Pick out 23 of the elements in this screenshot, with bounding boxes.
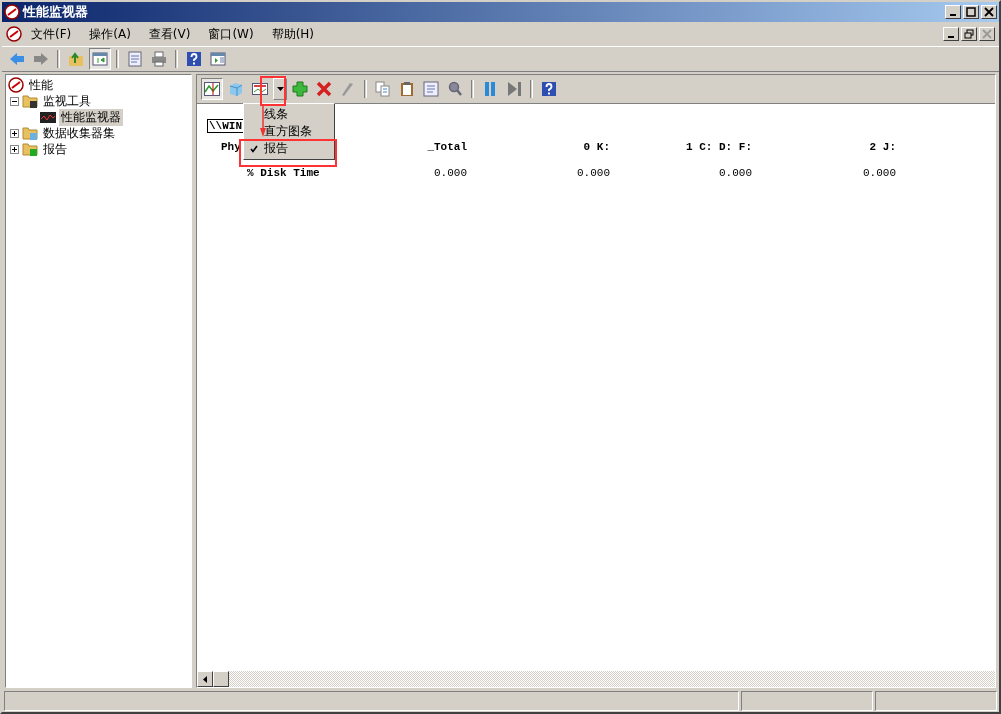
instance-header: 1 C: D: F:: [685, 141, 752, 153]
menu-item[interactable]: 操作(A): [80, 25, 140, 43]
menu-item[interactable]: 线条: [244, 106, 334, 123]
menu-item[interactable]: 查看(V): [139, 25, 200, 43]
instance-header: 0 K:: [582, 141, 610, 153]
tree-item[interactable]: 性能监视器: [59, 108, 123, 126]
tree-item[interactable]: 监视工具: [41, 92, 93, 110]
counter-value: 0.000: [862, 167, 896, 179]
instance-header: _Total: [426, 141, 467, 153]
menu-item[interactable]: 文件(F): [22, 25, 81, 43]
counter-value: 0.000: [718, 167, 752, 179]
menu-item[interactable]: 直方图条: [244, 123, 334, 140]
counter-name: % Disk Time: [247, 167, 320, 179]
tree-item[interactable]: 性能: [27, 76, 55, 94]
menu-item[interactable]: 窗口(W): [199, 25, 263, 43]
window-title: 性能监视器: [23, 3, 88, 21]
object-name: Phy: [221, 141, 241, 153]
menu-item[interactable]: 帮助(H): [262, 25, 324, 43]
instance-header: 2 J:: [868, 141, 896, 153]
counter-value: 0.000: [433, 167, 467, 179]
tree-item[interactable]: 报告: [41, 140, 69, 158]
tree-item[interactable]: 数据收集器集: [41, 124, 117, 142]
counter-value: 0.000: [576, 167, 610, 179]
